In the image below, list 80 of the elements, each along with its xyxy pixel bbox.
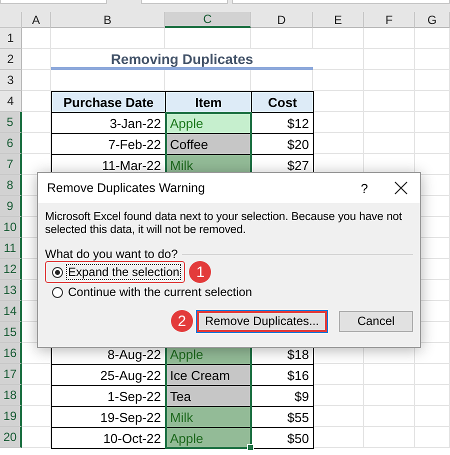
group-label: What do you want to do? [45, 247, 178, 261]
table-cell: Ice Cream [165, 364, 252, 386]
sheet-cell[interactable] [22, 49, 51, 70]
sheet-cell[interactable] [313, 49, 364, 70]
sheet-cell[interactable] [364, 385, 415, 406]
sheet-cell[interactable] [22, 28, 51, 49]
sheet-cell[interactable] [415, 133, 450, 154]
row-header[interactable]: 6 [0, 133, 22, 154]
table-cell: Milk [165, 406, 252, 428]
column-header[interactable]: A [22, 12, 51, 28]
step-badge: 1 [189, 261, 212, 283]
row-header[interactable]: 11 [0, 238, 22, 259]
row-header[interactable]: 4 [0, 91, 22, 112]
table-header-cell: Cost [251, 91, 314, 113]
sheet-cell[interactable] [364, 91, 415, 112]
sheet-cell[interactable] [22, 70, 51, 91]
row-header[interactable]: 9 [0, 196, 22, 217]
sheet-cell[interactable] [51, 28, 165, 49]
dialog-title: Remove Duplicates Warning [47, 181, 206, 195]
row-header[interactable]: 14 [0, 301, 22, 322]
row-header[interactable]: 16 [0, 343, 22, 364]
sheet-cell[interactable] [364, 364, 415, 385]
dialog-button[interactable]: Cancel [339, 310, 413, 332]
row-header[interactable]: 19 [0, 406, 22, 427]
column-header[interactable]: C [165, 12, 251, 28]
step-badge: 2 [170, 310, 193, 332]
sheet-cell[interactable] [415, 70, 450, 91]
sheet-cell[interactable] [415, 49, 450, 70]
sheet-cell[interactable] [415, 112, 450, 133]
sheet-cell[interactable] [415, 385, 450, 406]
help-button[interactable]: ? [360, 180, 368, 196]
row-header[interactable]: 8 [0, 175, 22, 196]
sheet-cell[interactable] [364, 406, 415, 427]
column-header[interactable]: G [415, 12, 450, 28]
sheet-cell[interactable] [415, 91, 450, 112]
sheet-cell[interactable] [364, 49, 415, 70]
sheet-cell[interactable] [165, 28, 251, 49]
row-header[interactable]: 1 [0, 28, 22, 49]
row-header[interactable]: 7 [0, 154, 22, 175]
sheet-title: Removing Duplicates [110, 50, 254, 66]
row-header[interactable]: 15 [0, 322, 22, 343]
radio-button[interactable] [52, 266, 63, 278]
table-header-cell: Purchase Date [51, 91, 166, 113]
radio-button[interactable] [52, 286, 63, 298]
sheet-cell[interactable] [251, 28, 313, 49]
table-header-cell: Item [165, 91, 252, 113]
column-header[interactable]: D [251, 12, 313, 28]
sheet-cell[interactable] [313, 28, 364, 49]
sheet-cell[interactable] [364, 427, 415, 448]
radio-option[interactable]: Continue with the current selection [45, 281, 258, 303]
sheet-cell[interactable] [364, 70, 415, 91]
row-header[interactable]: 13 [0, 280, 22, 301]
dialog-button[interactable]: Remove Duplicates... [196, 310, 327, 332]
table-cell: $50 [251, 427, 314, 449]
row-header[interactable]: 12 [0, 259, 22, 280]
sheet-cell[interactable] [313, 70, 364, 91]
row-header[interactable]: 5 [0, 112, 22, 133]
close-icon[interactable] [394, 181, 408, 195]
row-header[interactable]: 17 [0, 364, 22, 385]
dialog-message: Microsoft Excel found data next to your selection. Because you have not selected this data, it will not be removed. [45, 211, 403, 237]
sheet-cell[interactable] [415, 28, 450, 49]
table-cell: Coffee [165, 133, 252, 155]
column-header[interactable]: F [364, 12, 415, 28]
table-cell: 10-Oct-22 [51, 427, 166, 449]
select-all-corner[interactable] [0, 12, 22, 28]
row-header[interactable]: 20 [0, 427, 22, 448]
column-header[interactable]: B [51, 12, 165, 28]
sheet-cell[interactable] [415, 364, 450, 385]
row-header[interactable]: 3 [0, 70, 22, 91]
row-header[interactable]: 2 [0, 49, 22, 70]
radio-option[interactable]: Expand the selection [45, 261, 186, 283]
sheet-cell[interactable] [415, 406, 450, 427]
table-cell: Tea [165, 385, 252, 407]
column-header[interactable]: E [313, 12, 364, 28]
sheet-cell[interactable] [364, 112, 415, 133]
sheet-cell[interactable] [415, 427, 450, 448]
row-header[interactable]: 18 [0, 385, 22, 406]
row-header[interactable]: 10 [0, 217, 22, 238]
sheet-cell[interactable] [364, 28, 415, 49]
sheet-cell[interactable] [364, 133, 415, 154]
